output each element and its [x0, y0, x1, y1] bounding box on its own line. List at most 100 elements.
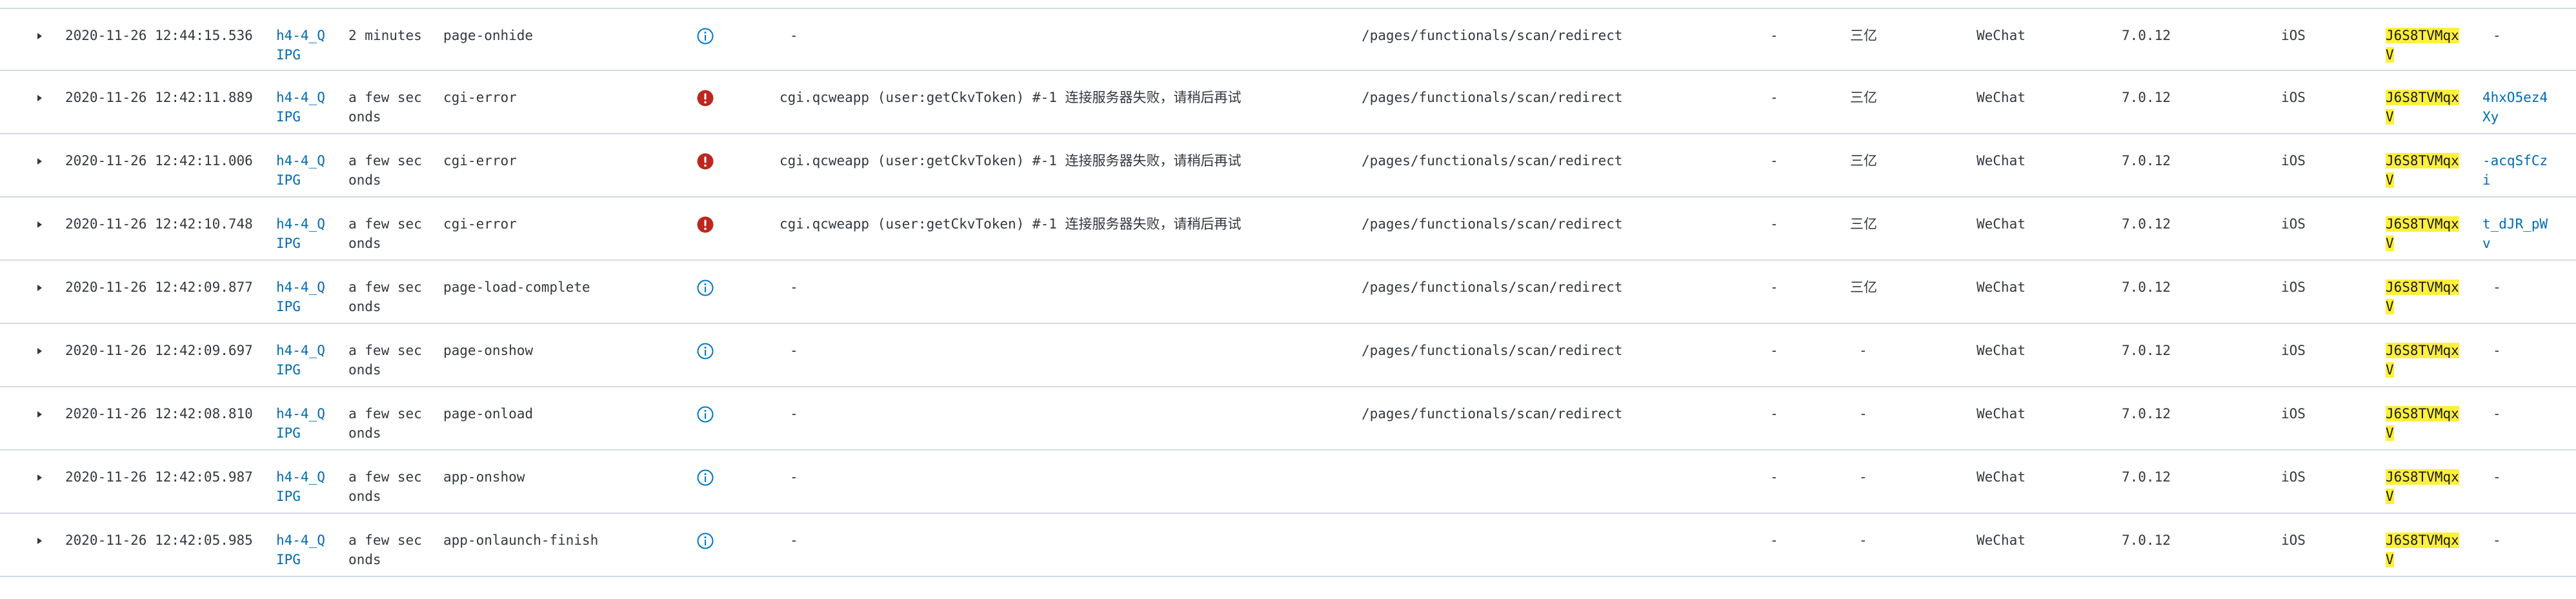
os-cell: iOS: [2281, 28, 2306, 43]
session-link-text[interactable]: h4-4_Q: [276, 216, 325, 232]
expand-row-toggle[interactable]: [34, 219, 45, 230]
session-link-line[interactable]: h4-4_Q: [276, 26, 325, 45]
session-link[interactable]: h4-4_Q IPG: [276, 214, 325, 253]
expand-row-toggle[interactable]: [34, 156, 45, 167]
search-highlight: J6S8TVMqx: [2386, 406, 2459, 421]
caret-right-icon: [37, 33, 42, 39]
table-row[interactable]: 2020-11-26 12:42:11.889 h4-4_Q IPG a few se…: [0, 71, 2576, 134]
session-link-text[interactable]: IPG: [276, 236, 301, 251]
search-highlight: J6S8TVMqx: [2386, 153, 2459, 168]
session-link-line[interactable]: h4-4_Q: [276, 341, 325, 360]
os-cell: iOS: [2281, 343, 2306, 358]
table-row[interactable]: 2020-11-26 12:42:08.810 h4-4_Q IPG a few se…: [0, 387, 2576, 451]
session-link-text[interactable]: IPG: [276, 489, 301, 504]
relative-time-cell: 2 minutes: [348, 26, 422, 45]
session-link-line[interactable]: IPG: [276, 487, 325, 506]
session-link-line[interactable]: h4-4_Q: [276, 88, 325, 107]
expand-row-toggle[interactable]: [34, 535, 45, 547]
record-id-cell: -: [2493, 343, 2501, 358]
session-link-line[interactable]: IPG: [276, 234, 325, 253]
field-cell: -: [1859, 343, 1867, 358]
record-id-link[interactable]: -acqSfCz i: [2482, 151, 2548, 190]
session-link-text[interactable]: h4-4_Q: [276, 343, 325, 358]
session-link-line[interactable]: h4-4_Q: [276, 404, 325, 423]
expand-row-toggle[interactable]: [34, 92, 45, 104]
search-highlight: J6S8TVMqx: [2386, 533, 2459, 548]
record-id-link-line[interactable]: -acqSfCz: [2482, 151, 2548, 170]
session-link-text[interactable]: IPG: [276, 362, 301, 378]
relative-time-cell-line: onds: [348, 423, 422, 443]
session-link-text[interactable]: h4-4_Q: [276, 153, 325, 168]
record-id-link-text[interactable]: -acqSfCz: [2482, 153, 2548, 168]
session-link[interactable]: h4-4_Q IPG: [276, 26, 325, 65]
record-id-link[interactable]: t_dJR_pWv: [2482, 214, 2548, 253]
session-link-text[interactable]: IPG: [276, 172, 301, 188]
session-link[interactable]: h4-4_Q IPG: [276, 404, 325, 443]
expand-row-toggle[interactable]: [34, 472, 45, 483]
session-link-text[interactable]: IPG: [276, 425, 301, 441]
session-link-line[interactable]: IPG: [276, 297, 325, 316]
table-row[interactable]: 2020-11-26 12:42:09.697 h4-4_Q IPG a few se…: [0, 324, 2576, 387]
session-link-line[interactable]: h4-4_Q: [276, 531, 325, 550]
expand-row-toggle[interactable]: [34, 282, 45, 294]
session-link-text[interactable]: h4-4_Q: [276, 533, 325, 548]
table-row[interactable]: 2020-11-26 12:42:09.877 h4-4_Q IPG a few se…: [0, 261, 2576, 324]
record-id-link-line[interactable]: Xy: [2482, 107, 2548, 127]
session-link-line[interactable]: IPG: [276, 45, 325, 65]
record-id-link[interactable]: 4hxO5ez4 Xy: [2482, 88, 2548, 127]
record-id-link-line[interactable]: v: [2482, 234, 2548, 253]
record-id-link-text[interactable]: 4hxO5ez4: [2482, 90, 2548, 105]
expand-row-toggle[interactable]: [34, 30, 45, 42]
session-link[interactable]: h4-4_Q IPG: [276, 88, 325, 127]
session-link-line[interactable]: IPG: [276, 550, 325, 569]
session-link-text[interactable]: h4-4_Q: [276, 90, 325, 105]
session-link-text[interactable]: IPG: [276, 299, 301, 314]
record-id-link-text[interactable]: Xy: [2482, 109, 2499, 125]
record-id-link-line[interactable]: i: [2482, 170, 2548, 190]
table-row[interactable]: 2020-11-26 12:42:10.748 h4-4_Q IPG a few se…: [0, 198, 2576, 261]
table-row[interactable]: 2020-11-26 12:42:05.987 h4-4_Q IPG a few se…: [0, 451, 2576, 514]
session-link-line[interactable]: IPG: [276, 170, 325, 190]
session-link[interactable]: h4-4_Q IPG: [276, 467, 325, 506]
session-link-text[interactable]: IPG: [276, 552, 301, 567]
message-cell: -: [790, 343, 798, 358]
session-link[interactable]: h4-4_Q IPG: [276, 531, 325, 569]
session-link-line[interactable]: h4-4_Q: [276, 467, 325, 487]
session-link-line[interactable]: h4-4_Q: [276, 278, 325, 297]
session-link-text[interactable]: IPG: [276, 47, 301, 63]
session-link-text[interactable]: h4-4_Q: [276, 279, 325, 295]
relative-time-cell-text: a few sec: [348, 533, 422, 548]
field-cell: -: [1770, 533, 1778, 548]
field-cell: -: [1770, 343, 1778, 358]
session-link-line[interactable]: h4-4_Q: [276, 151, 325, 170]
user-id-line: V: [2386, 550, 2459, 569]
session-link-line[interactable]: IPG: [276, 423, 325, 443]
session-link-text[interactable]: h4-4_Q: [276, 406, 325, 421]
search-highlight: J6S8TVMqx: [2386, 469, 2459, 485]
caret-right-icon: [37, 158, 42, 165]
session-link-text[interactable]: h4-4_Q: [276, 469, 325, 485]
session-link-text[interactable]: h4-4_Q: [276, 28, 325, 43]
record-id-link-text[interactable]: t_dJR_pW: [2482, 216, 2548, 232]
user-id-line: J6S8TVMqx: [2386, 151, 2459, 170]
session-link-line[interactable]: IPG: [276, 107, 325, 127]
session-link-line[interactable]: IPG: [276, 360, 325, 380]
version-cell: 7.0.12: [2122, 469, 2171, 485]
session-link[interactable]: h4-4_Q IPG: [276, 341, 325, 380]
record-id-link-text[interactable]: i: [2482, 172, 2491, 188]
field-cell: -: [1770, 469, 1778, 485]
table-row[interactable]: 2020-11-26 12:44:15.536 h4-4_Q IPG 2 minute…: [0, 8, 2576, 71]
relative-time-cell-text: onds: [348, 172, 381, 188]
record-id-link-line[interactable]: t_dJR_pW: [2482, 214, 2548, 234]
table-row[interactable]: 2020-11-26 12:42:05.985 h4-4_Q IPG a few se…: [0, 514, 2576, 577]
session-link-line[interactable]: h4-4_Q: [276, 214, 325, 234]
record-id-link-text[interactable]: v: [2482, 236, 2491, 251]
expand-row-toggle[interactable]: [34, 409, 45, 420]
table-row[interactable]: 2020-11-26 12:42:11.006 h4-4_Q IPG a few se…: [0, 134, 2576, 198]
session-link-text[interactable]: IPG: [276, 109, 301, 125]
session-link[interactable]: h4-4_Q IPG: [276, 278, 325, 316]
user-id-cell: J6S8TVMqx V: [2386, 278, 2459, 316]
session-link[interactable]: h4-4_Q IPG: [276, 151, 325, 190]
expand-row-toggle[interactable]: [34, 345, 45, 357]
record-id-link-line[interactable]: 4hxO5ez4: [2482, 88, 2548, 107]
